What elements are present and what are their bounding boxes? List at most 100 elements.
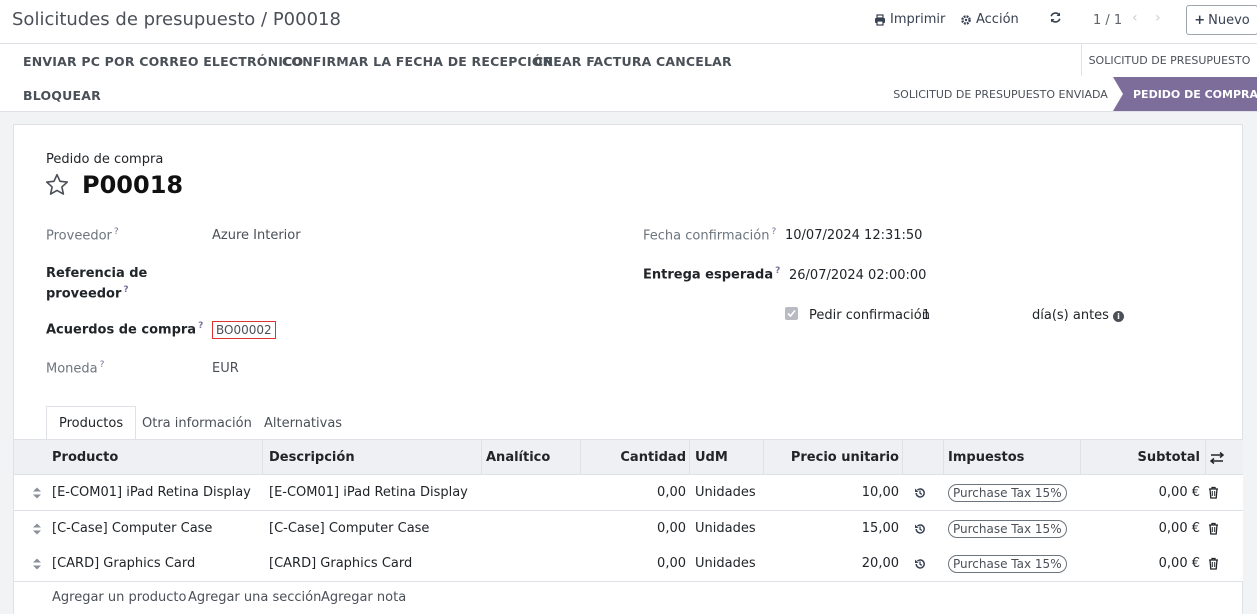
table-row[interactable]: [E-COM01] iPad Retina Display [E-COM01] … (14, 475, 1243, 511)
row-unit-price[interactable]: 15,00 (763, 511, 899, 546)
expected-date-field[interactable]: 26/07/2024 02:00:00 (789, 268, 926, 283)
col-description[interactable]: Descripción (269, 440, 355, 475)
row-product[interactable]: [C-Case] Computer Case (52, 511, 212, 546)
vendor-ref-label-2: proveedor? (46, 285, 129, 301)
page-title: P00018 (82, 171, 184, 199)
help-mark: ? (99, 360, 105, 370)
row-quantity[interactable]: 0,00 (580, 546, 686, 581)
tab-other-info[interactable]: Otra información (142, 406, 252, 440)
row-subtotal: 0,00 € (1158, 521, 1200, 536)
row-unit-price[interactable]: 10,00 (763, 475, 899, 510)
stage-rfq-sent[interactable]: SOLICITUD DE PRESUPUESTO ENVIADA (888, 77, 1113, 111)
table-row[interactable]: [CARD] Graphics Card [CARD] Graphics Car… (14, 546, 1243, 582)
tax-tag[interactable]: Purchase Tax 15% (948, 555, 1067, 573)
help-mark: ? (771, 227, 777, 237)
row-unit-price[interactable]: 20,00 (763, 546, 899, 581)
optional-columns-icon[interactable] (1210, 451, 1224, 465)
row-description[interactable]: [CARD] Graphics Card (269, 546, 412, 581)
row-uom[interactable]: Unidades (695, 546, 756, 581)
refresh-icon (1050, 12, 1061, 23)
help-mark: ? (113, 227, 119, 237)
drag-handle-icon[interactable] (32, 486, 42, 500)
col-analytic[interactable]: Analítico (486, 440, 550, 475)
vendor-label: Proveedor? (46, 227, 119, 243)
ask-confirmation-checkbox[interactable] (785, 307, 798, 320)
trash-icon[interactable] (1208, 522, 1219, 535)
col-taxes[interactable]: Impuestos (948, 440, 1024, 475)
print-button[interactable]: Imprimir (874, 12, 945, 27)
breadcrumb-parent[interactable]: Solicitudes de presupuesto (12, 9, 255, 30)
row-description[interactable]: [E-COM01] iPad Retina Display (269, 475, 468, 510)
drag-handle-icon[interactable] (32, 557, 42, 571)
pager-value[interactable]: 1 / 1 (1093, 13, 1122, 28)
status-bar: ENVIAR PC POR CORREO ELECTRÓNICO CONFIRM… (0, 44, 1257, 112)
expected-date-label-text: Entrega esperada (643, 267, 774, 283)
tax-tag[interactable]: Purchase Tax 15% (948, 484, 1067, 502)
drag-handle-icon[interactable] (32, 522, 42, 536)
row-subtotal: 0,00 € (1158, 485, 1200, 500)
cancel-button[interactable]: CANCELAR (656, 54, 732, 69)
info-icon[interactable]: i (1113, 311, 1124, 322)
prev-record-icon[interactable]: ‹ (1132, 10, 1138, 26)
confirm-receipt-date-button[interactable]: CONFIRMAR LA FECHA DE RECEPCIÓN (282, 54, 553, 69)
currency-label-text: Moneda (46, 361, 98, 377)
send-po-email-button[interactable]: ENVIAR PC POR CORREO ELECTRÓNICO (23, 54, 303, 69)
col-divider (902, 440, 903, 475)
star-icon[interactable] (44, 172, 70, 198)
refresh-button[interactable] (1049, 11, 1062, 24)
row-quantity[interactable]: 0,00 (580, 475, 686, 510)
stage-rfq[interactable]: SOLICITUD DE PRESUPUESTO (1081, 44, 1257, 76)
history-icon[interactable] (914, 523, 926, 535)
plus-icon: + (1194, 12, 1206, 28)
lock-button[interactable]: BLOQUEAR (23, 88, 101, 103)
agreement-label-text: Acuerdos de compra (46, 322, 197, 338)
row-quantity[interactable]: 0,00 (580, 511, 686, 546)
expected-date-label: Entrega esperada? (643, 266, 780, 282)
row-product[interactable]: [E-COM01] iPad Retina Display (52, 475, 251, 510)
trash-icon[interactable] (1208, 557, 1219, 570)
confirm-date-field[interactable]: 10/07/2024 12:31:50 (785, 228, 922, 243)
col-uom[interactable]: UdM (695, 440, 728, 475)
tab-alternatives[interactable]: Alternativas (264, 406, 342, 440)
vendor-field[interactable]: Azure Interior (212, 228, 301, 243)
row-product[interactable]: [CARD] Graphics Card (52, 546, 195, 581)
help-mark: ? (775, 266, 781, 276)
add-note-link[interactable]: Agregar nota (321, 590, 406, 605)
breadcrumb-separator: / (261, 9, 268, 30)
currency-field[interactable]: EUR (212, 361, 239, 376)
trash-icon[interactable] (1208, 486, 1219, 499)
action-button[interactable]: Acción (960, 12, 1019, 27)
add-section-link[interactable]: Agregar una sección (188, 590, 321, 605)
vendor-ref-field[interactable] (212, 266, 592, 286)
row-description[interactable]: [C-Case] Computer Case (269, 511, 429, 546)
print-label: Imprimir (890, 12, 946, 27)
ask-confirmation-days-field[interactable]: 1 (922, 308, 930, 323)
col-divider (481, 440, 482, 475)
agreement-field[interactable]: BO00002 (212, 321, 276, 339)
row-uom[interactable]: Unidades (695, 511, 756, 546)
tax-tag[interactable]: Purchase Tax 15% (948, 520, 1067, 538)
create-invoice-button[interactable]: CREAR FACTURA (534, 54, 652, 69)
col-subtotal[interactable]: Subtotal (1080, 440, 1200, 475)
history-icon[interactable] (914, 558, 926, 570)
col-unit-price[interactable]: Precio unitario (763, 440, 899, 475)
next-record-icon[interactable]: › (1155, 10, 1161, 26)
col-product[interactable]: Producto (52, 440, 118, 475)
tab-products[interactable]: Productos (46, 406, 137, 440)
row-uom[interactable]: Unidades (695, 475, 756, 510)
ask-confirmation-suffix: día(s) antes (1032, 308, 1109, 323)
table-row[interactable]: [C-Case] Computer Case [C-Case] Computer… (14, 511, 1243, 547)
col-divider (262, 440, 263, 475)
stage-purchase-order[interactable]: PEDIDO DE COMPRA (1113, 77, 1257, 111)
col-quantity[interactable]: Cantidad (580, 440, 686, 475)
col-divider (943, 440, 944, 475)
action-label: Acción (976, 12, 1019, 27)
col-divider (1205, 440, 1206, 475)
breadcrumb-current: P00018 (272, 9, 341, 30)
help-mark: ? (198, 321, 204, 331)
history-icon[interactable] (914, 487, 926, 499)
add-product-link[interactable]: Agregar un producto (52, 590, 186, 605)
vendor-ref-label: Referencia de (46, 266, 148, 281)
new-button[interactable]: + Nuevo (1186, 5, 1257, 35)
agreement-label: Acuerdos de compra? (46, 321, 203, 337)
